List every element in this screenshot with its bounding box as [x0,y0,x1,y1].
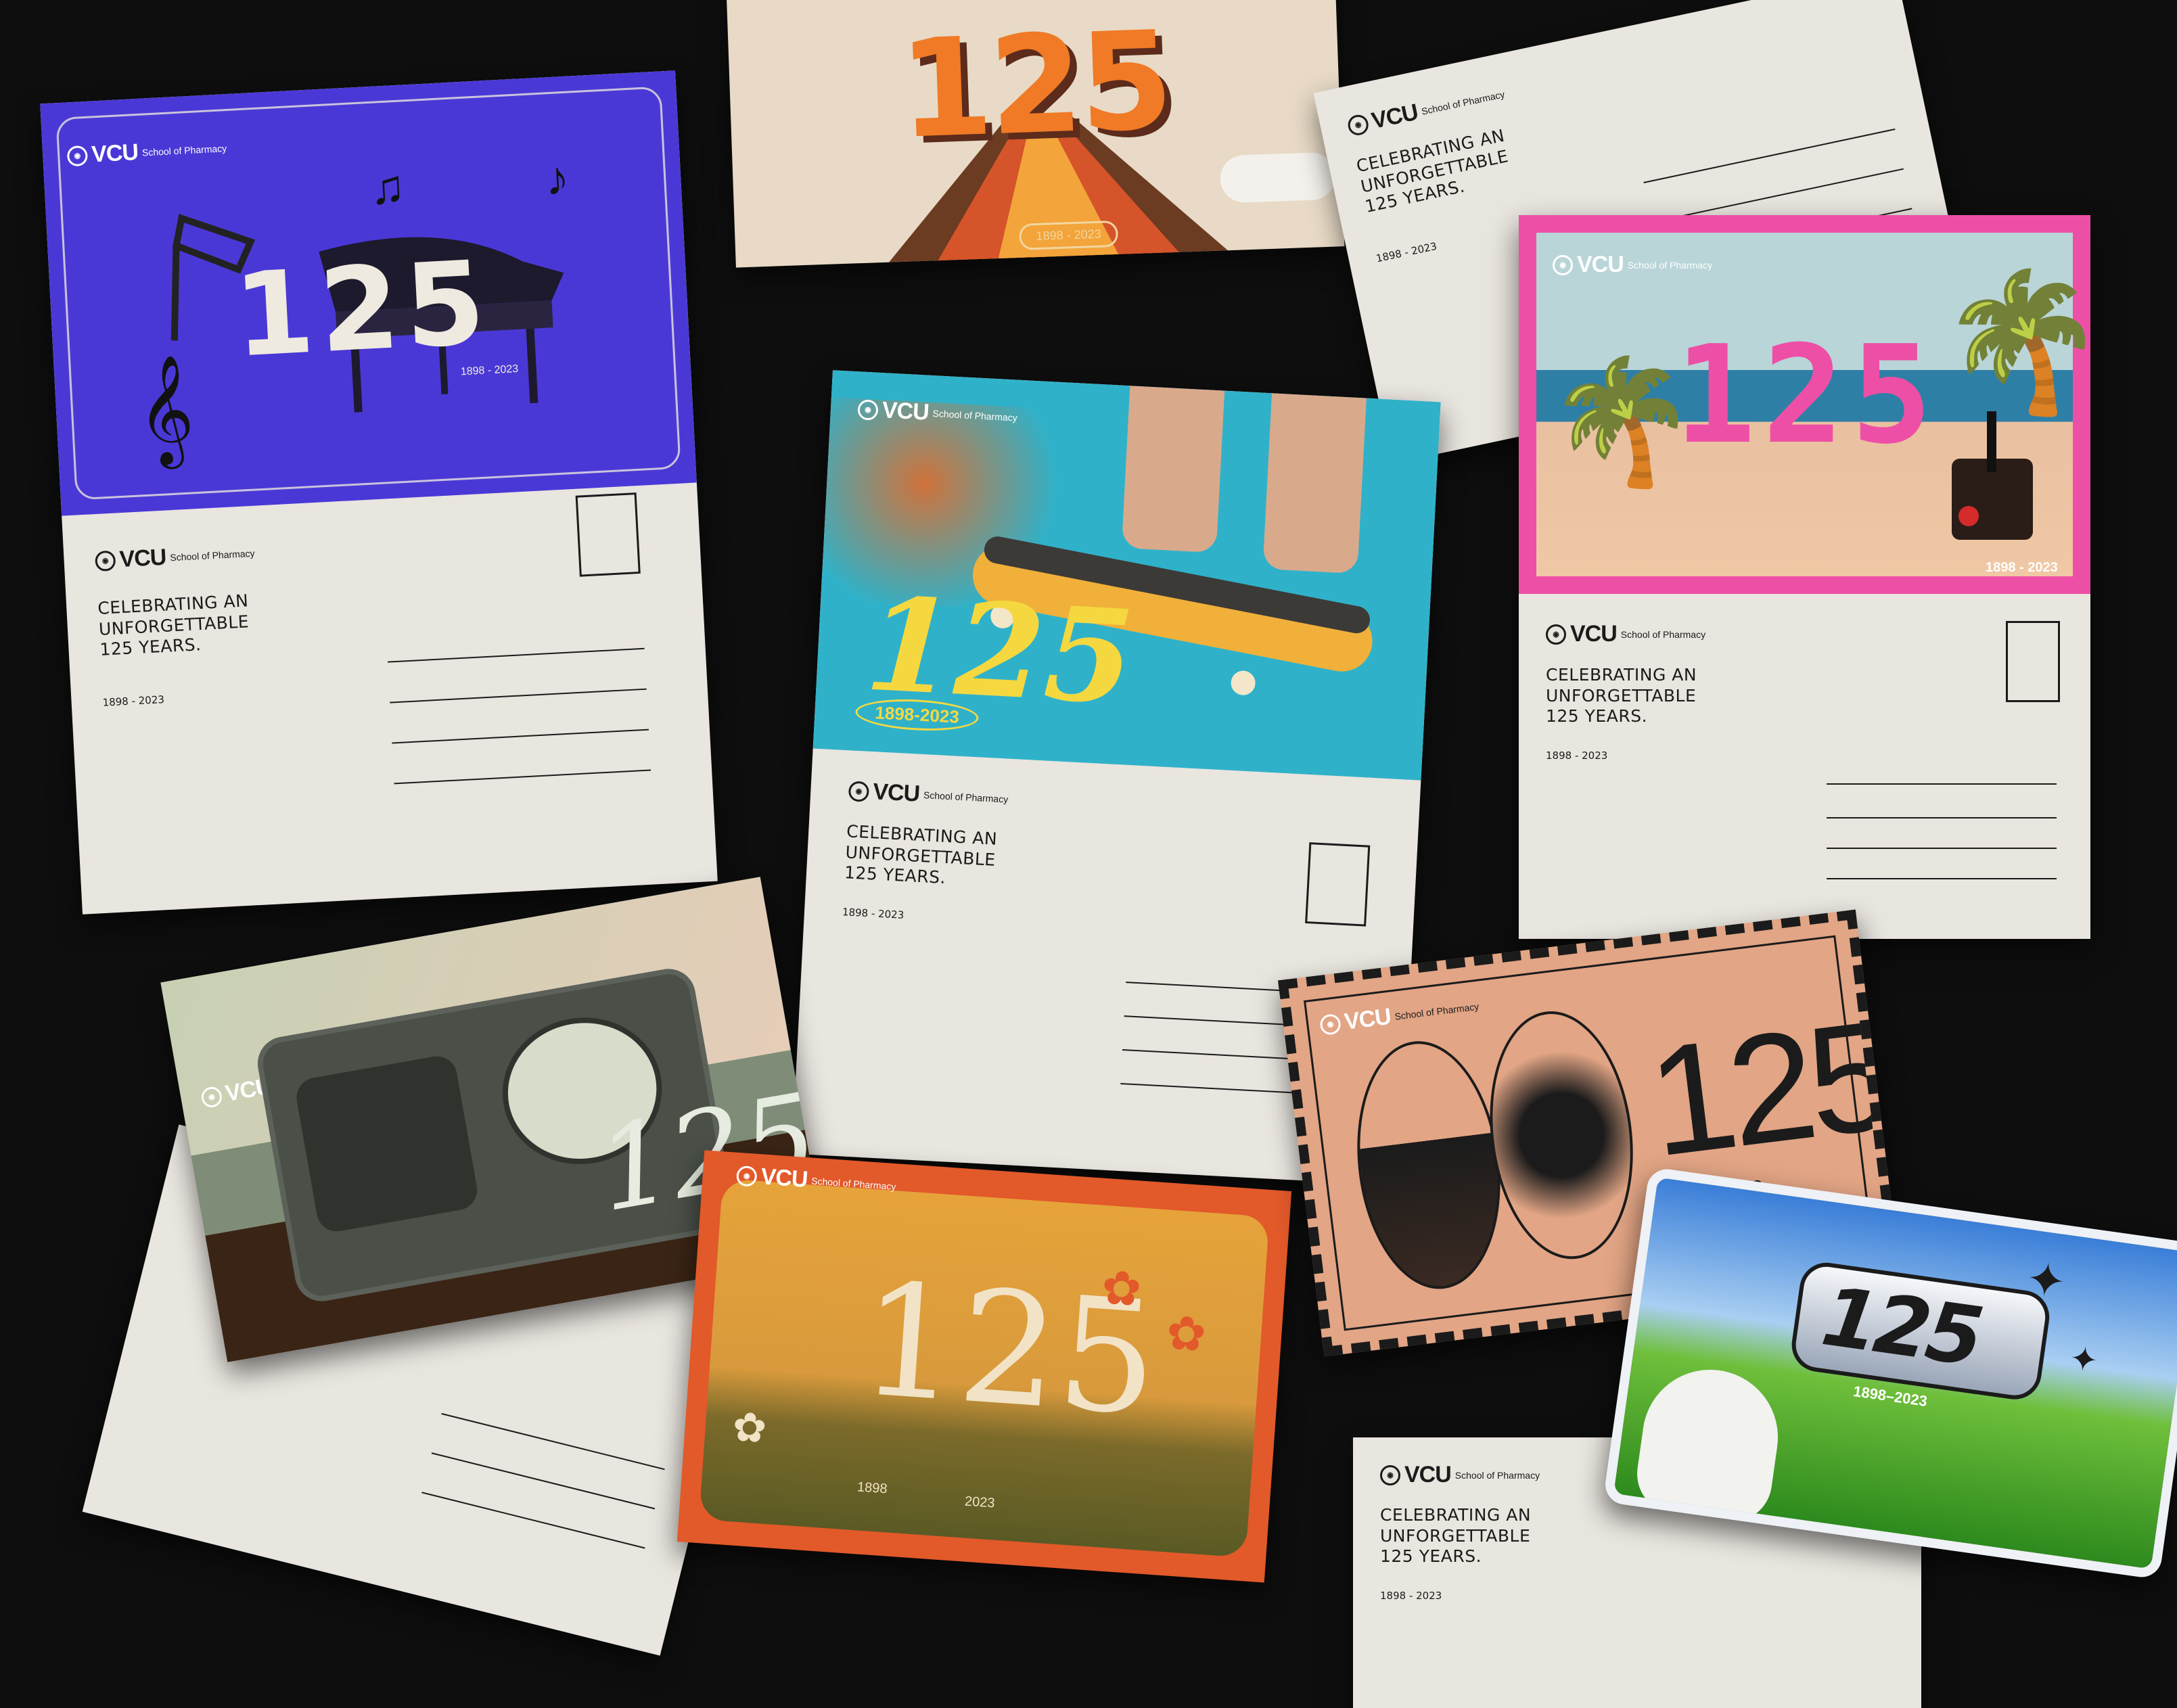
flower-icon-3: ✿ [731,1404,769,1452]
postcard-music: ◉ VCU School of Pharmacy ♫ ♪ 𝄞 125 1898 … [40,70,718,915]
address-line [1643,129,1896,183]
address-line [431,1452,656,1510]
retro-125: 125 [896,2,1172,169]
vcu-seal-icon: ◉ [94,550,116,572]
skate-stamp-box [1305,842,1371,927]
beach-front: ◉ VCU School of Pharmacy 🌴 🌴 125 1898 - … [1519,215,2090,594]
beach-stamp-box [2006,621,2060,702]
music-note-icon-2: ♪ [544,151,571,206]
address-line [1827,783,2057,785]
postcard-beach: ◉ VCU School of Pharmacy 🌴 🌴 125 1898 - … [1519,215,2090,939]
postcard-retro-road: 125 1898 - 2023 [725,0,1345,268]
music-note-icon: ♫ [368,160,407,215]
music-125: 125 [230,236,494,384]
music-stamp-box [575,492,641,577]
joystick-icon [1952,411,2033,540]
address-line [1827,878,2057,879]
vcu-seal-icon: ◉ [1546,624,1566,645]
skate-front: ◉ VCU School of Pharmacy 125 1898-2023 [812,370,1441,781]
flowers-year-start: 1898 [856,1479,888,1497]
flower-icon-2: ✿ [1164,1306,1208,1362]
sparkle-icon: ✦ [2022,1251,2069,1310]
vcu-seal-icon: ◉ [1319,1013,1342,1036]
address-line [390,688,647,703]
beach-headline: CELEBRATING AN UNFORGETTABLE 125 YEARS. [1546,665,1697,726]
flower-icon: ✿ [1099,1260,1143,1316]
br-logo: ◉ VCU School of Pharmacy [1380,1462,1540,1488]
music-headline: CELEBRATING AN UNFORGETTABLE 125 YEARS. [97,591,250,660]
sparkle-icon-2: ✦ [2067,1339,2101,1381]
retro-years-badge: 1898 - 2023 [1018,220,1119,250]
stamp-125: 125 [1639,987,1898,1189]
beach-logo: ◉ VCU School of Pharmacy [1553,252,1712,278]
address-line [388,647,645,663]
address-line [1827,817,2057,818]
address-line [394,769,651,785]
address-line [1827,848,2057,849]
vcu-seal-icon: ◉ [1553,254,1573,275]
vcu-seal-icon: ◉ [735,1165,758,1187]
desktop-years: 1898–2023 [1852,1382,1929,1410]
address-line [441,1412,665,1471]
br-years: 1898 - 2023 [1380,1590,1442,1602]
vcu-seal-icon: ◉ [848,780,870,802]
palm-tree-icon-2: 🌴 [1938,267,2090,417]
skate-back-years: 1898 - 2023 [842,906,904,921]
beach-125: 125 [1674,317,1940,474]
skate-back-logo: ◉ VCU School of Pharmacy [848,777,1009,812]
music-back-years: 1898 - 2023 [102,693,165,709]
address-line [392,729,649,744]
flowers-year-end: 2023 [964,1494,996,1511]
skate-headline: CELEBRATING AN UNFORGETTABLE 125 YEARS. [844,821,998,887]
vcu-seal-icon: ◉ [66,145,89,166]
beach-years: 1898 - 2023 [1986,560,2058,575]
br-headline: CELEBRATING AN UNFORGETTABLE 125 YEARS. [1380,1505,1532,1566]
beach-back-years: 1898 - 2023 [1546,749,1608,762]
music-back-logo: ◉ VCU School of Pharmacy [94,540,256,574]
cloud-shape [1219,152,1336,204]
music-front: ◉ VCU School of Pharmacy ♫ ♪ 𝄞 125 1898 … [40,70,697,516]
vcu-seal-icon: ◉ [200,1085,224,1109]
computer-mouse-icon [1632,1361,1787,1527]
address-line [421,1492,645,1549]
postcard-flowers: ◉ VCU School of Pharmacy 125 ✿ ✿ ✿ 1898 … [677,1150,1292,1583]
treble-clef-icon: 𝄞 [135,354,196,464]
beach-back-logo: ◉ VCU School of Pharmacy [1546,621,1705,647]
tr-headline: CELEBRATING AN UNFORGETTABLE 125 YEARS. [1354,125,1511,217]
tr-years: 1898 - 2023 [1375,239,1438,265]
vcu-seal-icon: ◉ [1346,112,1371,137]
vcu-seal-icon: ◉ [857,398,879,421]
vcu-seal-icon: ◉ [1380,1464,1400,1485]
